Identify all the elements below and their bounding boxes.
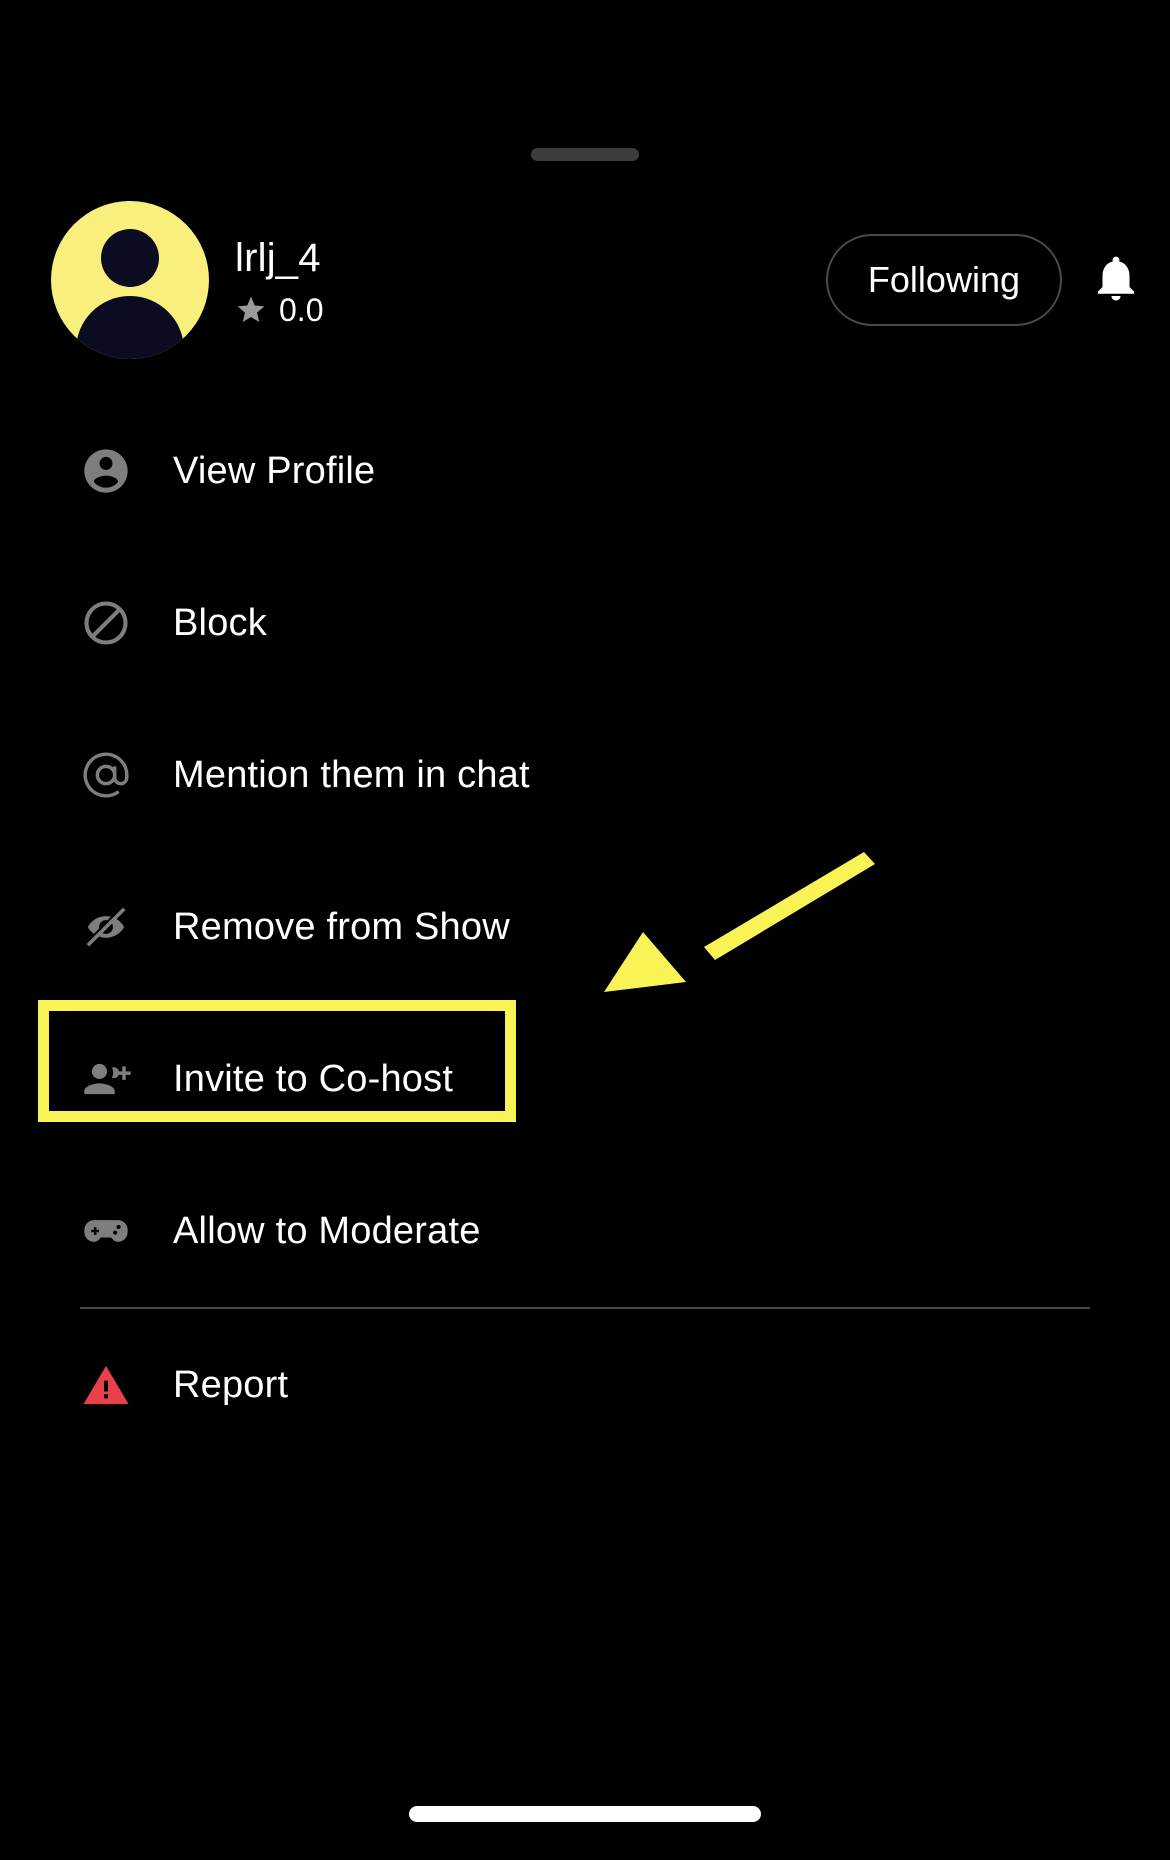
menu-item-label: View Profile	[173, 448, 375, 494]
action-menu: View Profile Block Mention them in chat	[0, 395, 1170, 1461]
menu-item-remove-from-show[interactable]: Remove from Show	[0, 851, 1170, 1003]
avatar-head-shape	[101, 229, 159, 287]
gamepad-icon	[80, 1205, 132, 1257]
menu-item-invite-to-cohost[interactable]: Invite to Co-host	[0, 1003, 1170, 1155]
avatar-body-shape	[76, 296, 184, 359]
person-add-icon	[80, 1053, 132, 1105]
bell-icon	[1089, 251, 1143, 310]
menu-item-report[interactable]: Report	[0, 1309, 1170, 1461]
user-header: lrlj_4 0.0 Following	[0, 200, 1170, 360]
menu-item-label: Remove from Show	[173, 904, 510, 950]
username: lrlj_4	[235, 234, 826, 282]
at-sign-icon	[80, 749, 132, 801]
star-icon	[235, 294, 267, 326]
eye-off-icon	[80, 901, 132, 953]
avatar[interactable]	[51, 201, 209, 359]
account-circle-icon	[80, 445, 132, 497]
notification-bell-button[interactable]	[1088, 249, 1144, 311]
block-icon	[80, 597, 132, 649]
menu-item-label: Allow to Moderate	[173, 1208, 481, 1254]
user-actions-bottom-sheet: lrlj_4 0.0 Following	[0, 0, 1170, 1860]
user-identity: lrlj_4 0.0	[235, 234, 826, 326]
menu-item-label: Mention them in chat	[173, 752, 530, 798]
user-rating: 0.0	[235, 294, 826, 326]
rating-value: 0.0	[279, 294, 323, 326]
menu-item-block[interactable]: Block	[0, 547, 1170, 699]
following-button-label: Following	[868, 259, 1020, 301]
menu-item-label: Invite to Co-host	[173, 1056, 453, 1102]
menu-item-label: Report	[173, 1362, 288, 1408]
menu-item-mention-in-chat[interactable]: Mention them in chat	[0, 699, 1170, 851]
menu-item-allow-to-moderate[interactable]: Allow to Moderate	[0, 1155, 1170, 1307]
following-button[interactable]: Following	[826, 234, 1062, 326]
menu-item-label: Block	[173, 600, 267, 646]
home-indicator	[409, 1806, 761, 1822]
warning-triangle-icon	[80, 1359, 132, 1411]
menu-item-view-profile[interactable]: View Profile	[0, 395, 1170, 547]
sheet-drag-handle[interactable]	[531, 148, 639, 161]
